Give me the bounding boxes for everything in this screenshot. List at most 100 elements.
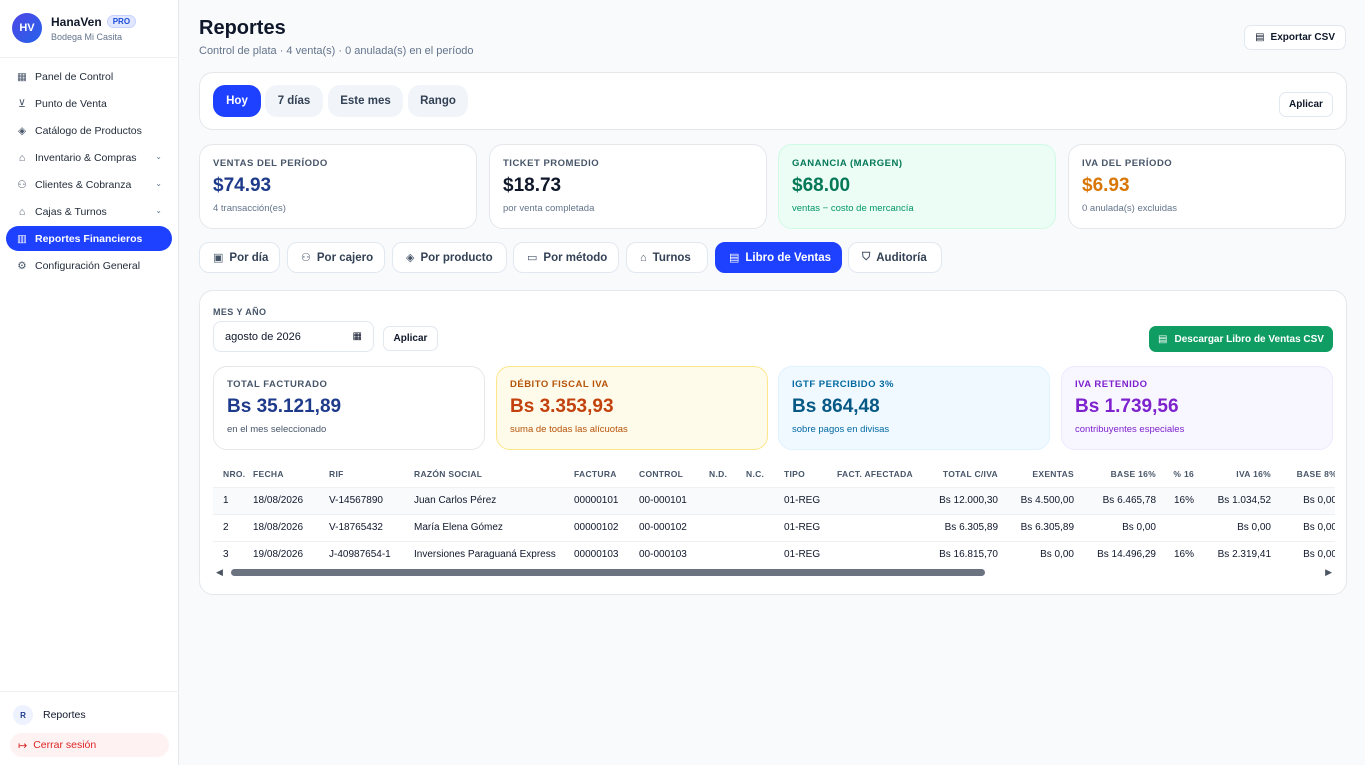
download-libro-button[interactable]: ▤ Descargar Libro de Ventas CSV: [1149, 326, 1333, 352]
table-cell: Bs 1.034,52: [1200, 486, 1277, 514]
sidebar-footer: R Reportes ↦ Cerrar sesión: [0, 691, 179, 757]
shield-icon: ⛉: [862, 251, 871, 263]
kpi-sub: sobre pagos en divisas: [792, 424, 890, 435]
store-icon: ⌂: [640, 251, 647, 264]
sidebar-item-cash[interactable]: ⌂ Cajas & Turnos ⌄: [6, 199, 172, 224]
file-icon: ▤: [1255, 32, 1265, 43]
range-7days-button[interactable]: 7 días: [265, 85, 323, 117]
tab-label: Por método: [543, 251, 608, 264]
tab-auditoria[interactable]: ⛉ Auditoría: [848, 242, 942, 273]
month-input[interactable]: agosto de 2026 ▦: [213, 321, 374, 352]
store-name: Bodega Mi Casita: [51, 31, 123, 42]
user-profile[interactable]: R Reportes: [10, 704, 169, 726]
brand: HV HanaVen PRO Bodega Mi Casita: [0, 0, 178, 56]
range-today-button[interactable]: Hoy: [213, 85, 261, 117]
chevron-down-icon: ⌄: [155, 152, 162, 161]
sidebar-item-inventory[interactable]: ⌂ Inventario & Compras ⌄: [6, 145, 172, 170]
table-cell: [746, 513, 784, 541]
sidebar-item-clients[interactable]: ⚇ Clientes & Cobranza ⌄: [6, 172, 172, 197]
kpi-margin: GANANCIA (MARGEN) $68.00 ventas − costo …: [778, 144, 1056, 229]
page-subtitle: Control de plata · 4 venta(s) · 0 anulad…: [199, 45, 474, 57]
table-cell: Bs 4.500,00: [1004, 486, 1080, 514]
sidebar-item-label: Catálogo de Productos: [35, 124, 142, 137]
sidebar-item-catalog[interactable]: ◈ Catálogo de Productos: [6, 118, 172, 143]
export-csv-button[interactable]: ▤ Exportar CSV: [1244, 25, 1346, 50]
kpi-sub: 0 anulada(s) excluidas: [1082, 203, 1178, 214]
table-cell: Bs 6.465,78: [1080, 486, 1162, 514]
sidebar-item-pos[interactable]: ⊻ Punto de Venta: [6, 91, 172, 116]
kpi-sub: 4 transacción(es): [213, 203, 286, 214]
total-facturado-card: TOTAL FACTURADO Bs 35.121,89 en el mes s…: [213, 366, 485, 450]
column-header: N.D.: [709, 469, 728, 480]
sidebar-item-reports[interactable]: ▥ Reportes Financieros: [6, 226, 172, 251]
horizontal-scrollbar[interactable]: ◀ ▶: [213, 567, 1335, 577]
brand-name: HanaVen: [51, 14, 102, 29]
range-month-button[interactable]: Este mes: [328, 85, 403, 117]
range-custom-button[interactable]: Rango: [408, 85, 468, 117]
tab-label: Turnos: [652, 251, 691, 264]
tab-por-dia[interactable]: ▣ Por día: [199, 242, 280, 273]
logout-icon: ↦: [18, 739, 28, 752]
table-row: 2 18/08/2026 V-18765432 María Elena Góme…: [213, 513, 1335, 541]
table-cell: 00000101: [574, 486, 639, 514]
kpi-value: $6.93: [1082, 175, 1130, 196]
table-cell: 01-REG: [784, 540, 837, 562]
table-cell: V-14567890: [329, 486, 414, 514]
kpi-value: $18.73: [503, 175, 562, 196]
tab-libro-ventas[interactable]: ▤ Libro de Ventas: [715, 242, 842, 273]
kpi-label: IGTF PERCIBIDO 3%: [792, 379, 894, 390]
brand-name-row: HanaVen PRO: [51, 14, 137, 29]
calendar-icon[interactable]: ▦: [353, 331, 362, 342]
tab-label: Libro de Ventas: [745, 251, 832, 264]
libro-ventas-panel: MES Y AÑO agosto de 2026 ▦ Aplicar ▤ Des…: [199, 290, 1347, 595]
scroll-right-icon[interactable]: ▶: [1325, 567, 1332, 578]
tab-por-producto[interactable]: ◈ Por producto: [392, 242, 507, 273]
libro-table-wrapper[interactable]: NRO. FECHA RIF RAZÓN SOCIAL FACTURA CONT…: [213, 462, 1335, 562]
table-cell: 3: [213, 540, 253, 562]
store-icon: ⌂: [18, 151, 26, 164]
column-header: BASE 8%: [1296, 469, 1335, 480]
libro-table: NRO. FECHA RIF RAZÓN SOCIAL FACTURA CONT…: [213, 462, 1335, 562]
kpi-label: TOTAL FACTURADO: [227, 379, 328, 390]
kpi-label: DÉBITO FISCAL IVA: [510, 379, 609, 390]
table-cell: Juan Carlos Pérez: [414, 486, 574, 514]
tab-por-cajero[interactable]: ⚇ Por cajero: [287, 242, 385, 273]
table-cell: [837, 513, 920, 541]
kpi-value: Bs 3.353,93: [510, 396, 614, 417]
sidebar-item-label: Cajas & Turnos: [35, 205, 107, 218]
tab-label: Auditoría: [876, 251, 927, 264]
tab-label: Por producto: [420, 251, 493, 264]
scrollbar-thumb[interactable]: [231, 569, 985, 576]
table-cell: [837, 486, 920, 514]
grid-icon: ▦: [17, 70, 27, 83]
kpi-sub: en el mes seleccionado: [227, 424, 327, 435]
tab-turnos[interactable]: ⌂ Turnos: [626, 242, 708, 273]
apply-month-button[interactable]: Aplicar: [383, 326, 438, 351]
debito-fiscal-card: DÉBITO FISCAL IVA Bs 3.353,93 suma de to…: [496, 366, 768, 450]
logout-button[interactable]: ↦ Cerrar sesión: [10, 733, 169, 757]
table-cell: [837, 540, 920, 562]
export-label: Exportar CSV: [1270, 32, 1335, 43]
tab-por-metodo[interactable]: ▭ Por método: [513, 242, 619, 273]
sidebar-item-panel[interactable]: ▦ Panel de Control: [6, 64, 172, 89]
table-cell: [709, 486, 746, 514]
table-cell: 00-000102: [639, 513, 709, 541]
table-cell: 00-000101: [639, 486, 709, 514]
column-header: FECHA: [253, 469, 284, 480]
chevron-down-icon: ⌄: [155, 206, 162, 215]
scroll-left-icon[interactable]: ◀: [216, 567, 223, 578]
sidebar-item-settings[interactable]: ⚙ Configuración General: [6, 253, 172, 278]
table-cell: Inversiones Paraguaná Express: [414, 540, 574, 562]
sidebar-nav: ▦ Panel de Control ⊻ Punto de Venta ◈ Ca…: [6, 64, 172, 280]
column-header: RAZÓN SOCIAL: [414, 469, 483, 480]
table-row: 3 19/08/2026 J-40987654-1 Inversiones Pa…: [213, 540, 1335, 562]
bank-icon: ⌂: [18, 205, 26, 218]
kpi-label: VENTAS DEL PERÍODO: [213, 158, 328, 169]
table-cell: Bs 16.815,70: [920, 540, 1004, 562]
table-cell: [1162, 513, 1200, 541]
avatar: R: [13, 705, 33, 725]
apply-range-button[interactable]: Aplicar: [1279, 92, 1333, 117]
kpi-label: GANANCIA (MARGEN): [792, 158, 903, 169]
kpi-sub: por venta completada: [503, 203, 595, 214]
box-icon: ◈: [406, 252, 415, 264]
